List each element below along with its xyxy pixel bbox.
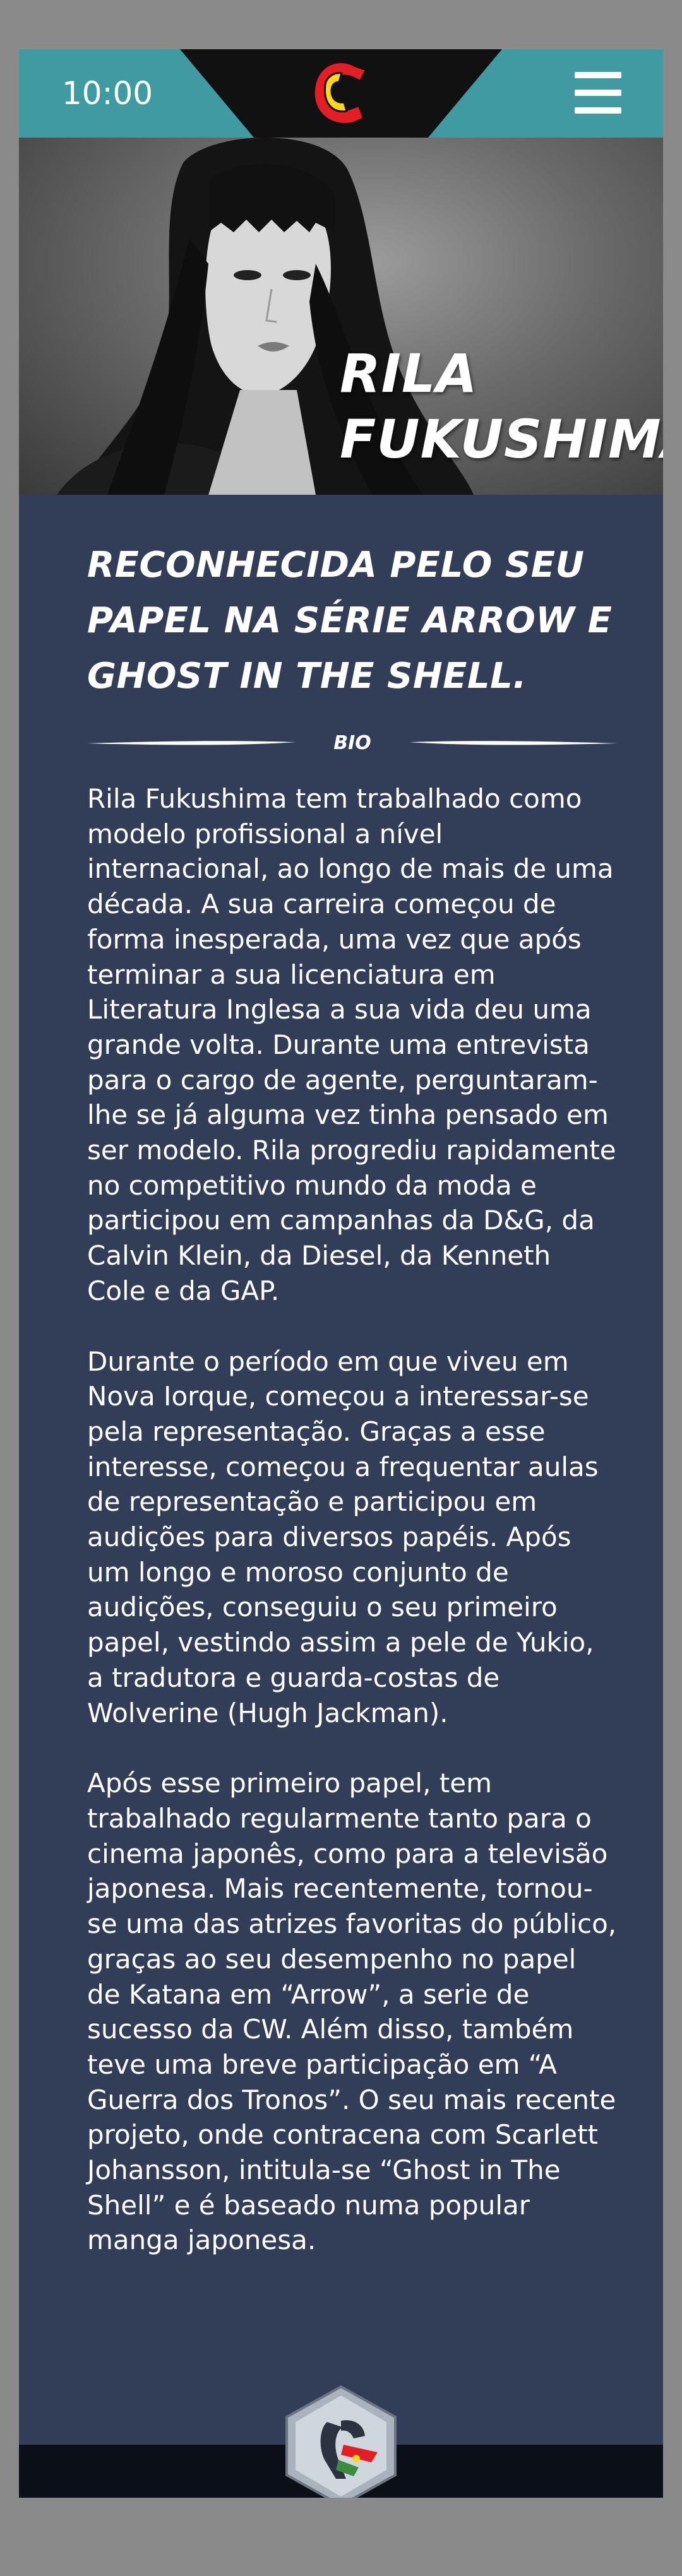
bio-text: Rila Fukushima tem trabalhado como model… <box>87 781 618 2258</box>
celebrity-name-first: RILA <box>340 343 478 405</box>
top-bar: 10:00 <box>19 49 663 138</box>
hexagon-character-badge-icon[interactable] <box>283 2384 399 2498</box>
headline-line: GHOST IN THE SHELL. <box>87 656 527 697</box>
celebrity-name-last: FUKUSHIMA <box>340 408 663 470</box>
app-screen: 10:00 RILA FUKUSHIM RECONHECIDA PELO SEU… <box>19 49 663 2498</box>
bio-paragraph: Rila Fukushima tem trabalhado como model… <box>87 783 616 1306</box>
article-headline: RECONHECIDA PELO SEU PAPEL NA SÉRIE ARRO… <box>87 538 618 704</box>
hamburger-menu-icon[interactable] <box>575 72 621 114</box>
headline-line: PAPEL NA SÉRIE ARROW E <box>87 600 613 641</box>
bio-paragraph: Após esse primeiro papel, tem trabalhado… <box>87 1768 617 2256</box>
headline-line: RECONHECIDA PELO SEU <box>87 545 585 586</box>
article-content: RECONHECIDA PELO SEU PAPEL NA SÉRIE ARRO… <box>87 538 618 2293</box>
comic-c-logo-icon[interactable] <box>306 54 376 131</box>
celebrity-name: RILA FUKUSHIMA <box>340 341 663 472</box>
section-divider: BIO <box>87 730 618 757</box>
hero-image: RILA FUKUSHIMA <box>19 138 663 495</box>
status-time: 10:00 <box>62 75 153 112</box>
section-label-bio: BIO <box>333 732 371 754</box>
bio-paragraph: Durante o período em que viveu em Nova I… <box>87 1345 599 1728</box>
